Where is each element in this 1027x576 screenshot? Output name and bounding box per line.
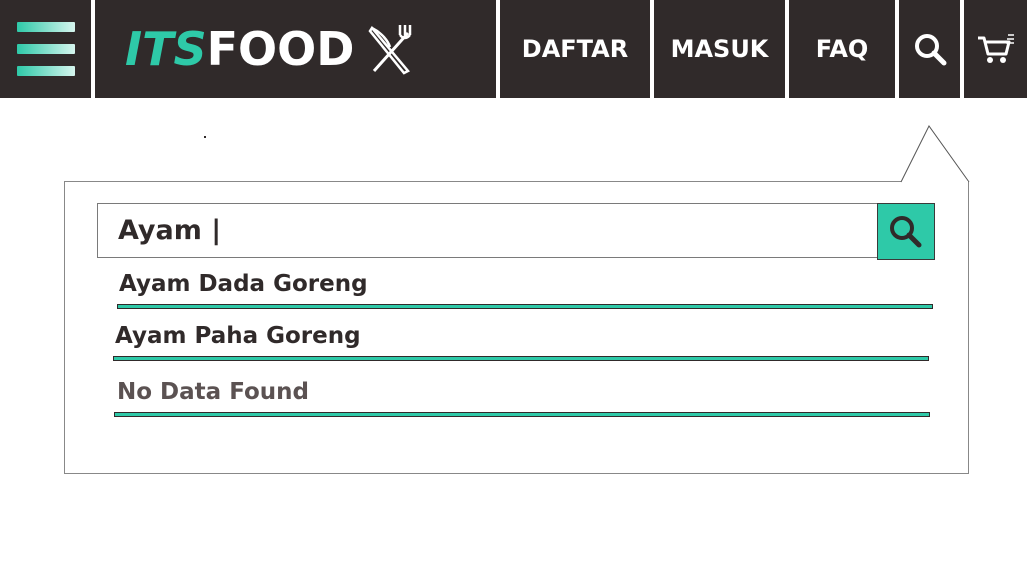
top-nav-bar: ITS FOOD DAFTAR MASUK FAQ [0,0,1027,98]
nav-faq[interactable]: FAQ [789,0,895,98]
no-data-message: No Data Found [117,379,309,405]
search-input[interactable]: Ayam | [97,203,879,258]
menu-button[interactable] [0,0,91,98]
search-icon [890,215,922,247]
result-divider [113,356,929,361]
popup-pointer [900,125,970,184]
nav-masuk-label: MASUK [670,35,769,63]
logo-text: ITS FOOD [125,23,414,75]
result-divider [117,304,933,309]
stray-dot [204,136,206,138]
nav-search-button[interactable] [899,0,960,98]
hamburger-icon [16,22,75,76]
search-result-item[interactable]: Ayam Dada Goreng [119,271,368,297]
search-input-value: Ayam | [118,215,222,246]
nav-masuk[interactable]: MASUK [654,0,785,98]
nav-cart-button[interactable] [964,0,1027,98]
search-icon [914,34,946,66]
nav-daftar-label: DAFTAR [521,35,629,63]
logo-food: FOOD [206,22,355,76]
result-divider [114,412,930,417]
cart-icon [977,34,1014,63]
logo-its: ITS [125,22,207,76]
search-submit-button[interactable] [877,203,935,260]
nav-faq-label: FAQ [815,35,869,63]
fork-knife-icon [368,25,412,75]
logo[interactable]: ITS FOOD [95,0,496,98]
nav-daftar[interactable]: DAFTAR [500,0,650,98]
search-result-item[interactable]: Ayam Paha Goreng [115,323,361,349]
